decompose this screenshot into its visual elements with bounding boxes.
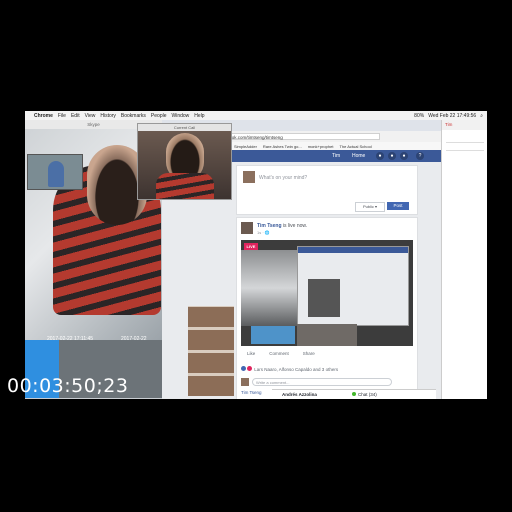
menu-people[interactable]: People: [151, 113, 167, 119]
menu-window[interactable]: Window: [172, 113, 190, 119]
mac-menubar: Chrome File Edit View History Bookmarks …: [25, 111, 487, 120]
call-video: [138, 131, 231, 199]
video-strip: [297, 324, 357, 346]
menu-help[interactable]: Help: [194, 113, 204, 119]
menu-file[interactable]: File: [58, 113, 66, 119]
video-strip-blue: [251, 326, 295, 344]
browser-tab[interactable]: Tim: [442, 120, 487, 130]
divider: [446, 142, 484, 143]
like-button[interactable]: Like: [247, 351, 255, 361]
share-button[interactable]: Share: [303, 351, 315, 361]
feed-post: Tim Tseng is live now. 1s · 🌐 LIVE Like …: [236, 217, 418, 399]
audience-selector[interactable]: Public ▾: [355, 202, 385, 212]
video-timecode: 00:03:50;23: [7, 375, 129, 397]
clock[interactable]: Wed Feb 22 17:49:56: [428, 113, 476, 119]
avatar: [241, 378, 249, 386]
post-button[interactable]: Post: [387, 202, 409, 210]
comment-input[interactable]: Write a comment...: [252, 378, 392, 386]
bookmark-item[interactable]: The Actual School: [339, 144, 371, 149]
love-reaction-icon: [247, 366, 252, 371]
composer-input[interactable]: What's on your mind?: [259, 175, 307, 181]
next-post-author[interactable]: Tim Tseng: [241, 390, 262, 395]
messages-icon[interactable]: ●: [388, 152, 396, 160]
nested-screen-capture: [297, 246, 409, 326]
photo-thumbnails[interactable]: [188, 306, 234, 396]
like-reaction-icon: [241, 366, 246, 371]
comment-row: Write a comment...: [241, 378, 413, 387]
menu-app-name[interactable]: Chrome: [34, 113, 53, 119]
home-link[interactable]: Home: [352, 153, 365, 159]
help-icon[interactable]: ?: [416, 152, 424, 160]
reactions-summary[interactable]: Lars Naaro, Alfonso Capaldo and 3 others: [241, 366, 338, 372]
post-composer: What's on your mind? Public ▾ Post: [236, 165, 418, 215]
comment-button[interactable]: Comment: [269, 351, 289, 361]
call-window-title: Current Call: [138, 124, 231, 131]
bookmark-item[interactable]: Rare Ashes Twin go...: [263, 144, 302, 149]
bookmark-item[interactable]: monk+prophet: [308, 144, 334, 149]
live-video[interactable]: LIVE: [241, 240, 413, 346]
menu-view[interactable]: View: [85, 113, 96, 119]
bookmark-item[interactable]: SimpleAdder: [234, 144, 257, 149]
avatar[interactable]: [241, 222, 253, 234]
person-torso: [156, 173, 214, 199]
skype-thumbnail-video[interactable]: [27, 154, 83, 190]
post-author[interactable]: Tim Tseng is live now.: [257, 223, 307, 229]
post-meta: 1s · 🌐: [257, 230, 270, 235]
facebook-top-bar: Tim Home ● ● ● ?: [230, 150, 441, 162]
menu-history[interactable]: History: [100, 113, 116, 119]
chat-bar[interactable]: Andrés Azzolina Chat (34): [272, 389, 436, 399]
search-icon[interactable]: ⌕: [480, 113, 483, 119]
live-badge: LIVE: [244, 243, 258, 250]
background-window[interactable]: Tim: [441, 120, 487, 399]
chat-toggle[interactable]: Chat (34): [352, 392, 377, 397]
video-scene: [241, 250, 297, 326]
avatar: [243, 171, 255, 183]
friends-icon[interactable]: ●: [376, 152, 384, 160]
screen-recording-frame: Chrome File Edit View History Bookmarks …: [25, 111, 487, 399]
notifications-icon[interactable]: ●: [400, 152, 408, 160]
divider: [446, 150, 484, 151]
post-actions: Like Comment Share: [241, 351, 413, 361]
menu-edit[interactable]: Edit: [71, 113, 80, 119]
current-call-window[interactable]: Current Call: [137, 123, 232, 200]
profile-link[interactable]: Tim: [332, 153, 340, 159]
menu-bookmarks[interactable]: Bookmarks: [121, 113, 146, 119]
chat-contact[interactable]: Andrés Azzolina: [282, 392, 317, 397]
battery-status[interactable]: 80%: [414, 113, 424, 119]
